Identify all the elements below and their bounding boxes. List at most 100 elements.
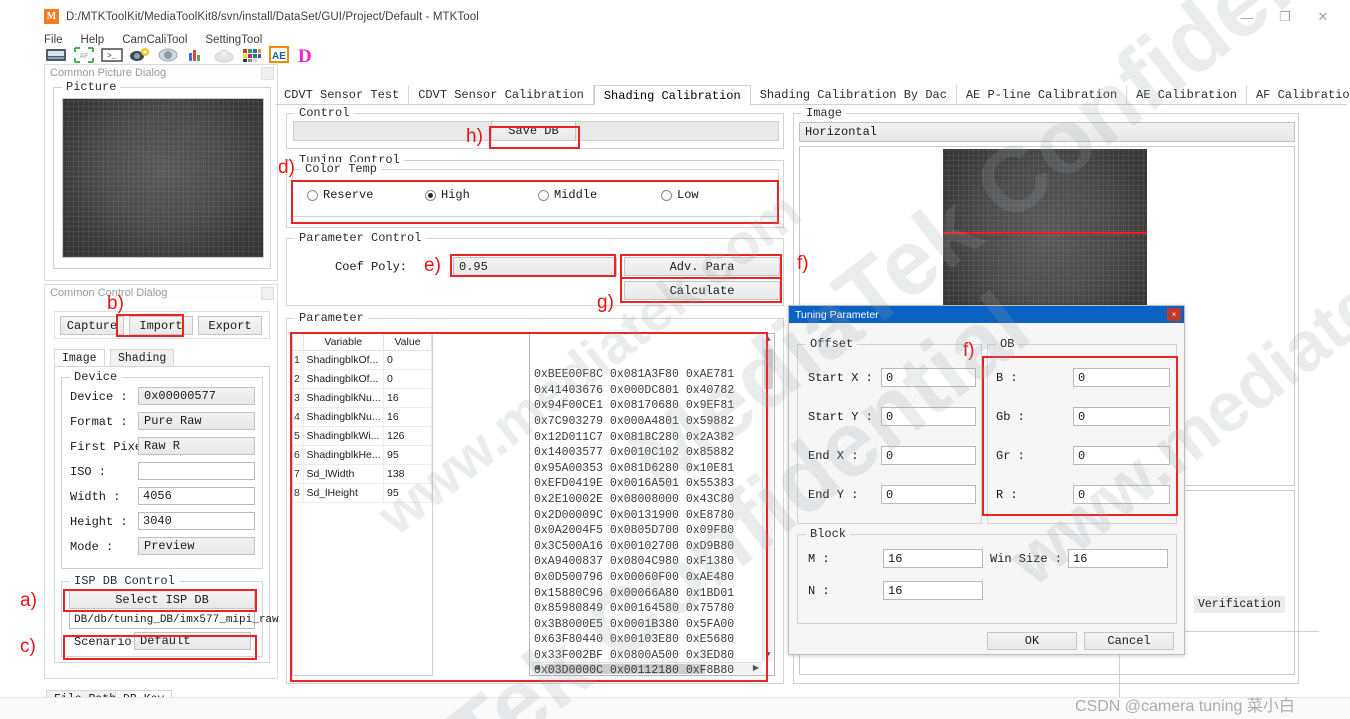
- tab-cdvt-sensor-calibration[interactable]: CDVT Sensor Calibration: [409, 85, 594, 104]
- window-buttons: — ❐ ✕: [1228, 4, 1342, 30]
- row-variable: ShadingblkNu...: [303, 388, 384, 408]
- minimize-icon[interactable]: —: [1228, 4, 1266, 30]
- dialog-close-icon[interactable]: ×: [1167, 308, 1181, 321]
- hex-data-list[interactable]: 0xBEE00F8C 0x081A3F80 0xAE781 0x41403676…: [529, 333, 775, 676]
- cancel-button[interactable]: Cancel: [1084, 632, 1174, 650]
- block-group-label: Block: [806, 527, 851, 541]
- table-row[interactable]: 7 Sd_lWidth 138: [293, 464, 432, 484]
- table-row[interactable]: 5 ShadingblkWi... 126: [293, 426, 432, 446]
- db-path-input[interactable]: DB/db/tuning_DB/imx577_mipi_raw: [69, 611, 279, 629]
- start-x-input[interactable]: 0: [881, 368, 976, 387]
- ae-icon[interactable]: AE: [268, 44, 292, 66]
- iso-input[interactable]: [138, 462, 255, 480]
- lens-icon[interactable]: [156, 44, 180, 66]
- annotation-label-h: h): [466, 126, 483, 147]
- common-picture-dialog: Common Picture Dialog Picture: [44, 64, 278, 281]
- save-db-button[interactable]: Save DB: [491, 121, 576, 141]
- tab-ae-calibration[interactable]: AE Calibration: [1127, 85, 1247, 104]
- orientation-combo[interactable]: Horizontal: [799, 122, 1295, 142]
- tab-shading[interactable]: Shading: [110, 349, 175, 367]
- ob-b-input[interactable]: 0: [1073, 368, 1170, 387]
- row-index: 5: [293, 426, 304, 446]
- picture-preview[interactable]: [62, 98, 264, 258]
- scroll-up-icon[interactable]: ▲: [763, 335, 774, 347]
- maximize-icon[interactable]: ❐: [1266, 4, 1304, 30]
- coef-poly-combo[interactable]: 0.95: [453, 257, 617, 276]
- width-input[interactable]: 4056: [138, 487, 255, 505]
- end-x-input[interactable]: 0: [881, 446, 976, 465]
- height-input[interactable]: 3040: [138, 512, 255, 530]
- row-variable: ShadingblkOf...: [303, 350, 384, 370]
- radio-reserve[interactable]: Reserve: [307, 188, 373, 202]
- import-button[interactable]: Import: [129, 316, 193, 335]
- tab-image[interactable]: Image: [54, 349, 105, 367]
- console-icon[interactable]: >_: [100, 44, 124, 66]
- table-row[interactable]: 2 ShadingblkOf... 0: [293, 369, 432, 389]
- format-combo[interactable]: Pure Raw: [138, 412, 255, 430]
- start-x-label: Start X :: [808, 371, 873, 385]
- radio-middle[interactable]: Middle: [538, 188, 597, 202]
- export-button[interactable]: Export: [198, 316, 262, 335]
- ob-gb-input[interactable]: 0: [1073, 407, 1170, 426]
- tab-shading-calibration-by-dac[interactable]: Shading Calibration By Dac: [751, 85, 957, 104]
- radio-high[interactable]: High: [425, 188, 470, 202]
- scenario-combo[interactable]: Default: [134, 632, 251, 650]
- control-dock-close-icon[interactable]: [261, 287, 274, 300]
- row-value: 138: [383, 464, 432, 484]
- tab-af-calibration[interactable]: AF Calibration: [1247, 85, 1350, 104]
- first-pixel-combo[interactable]: Raw R: [138, 437, 255, 455]
- radio-low[interactable]: Low: [661, 188, 699, 202]
- picture-dock-close-icon[interactable]: [261, 67, 274, 80]
- parameter-table-container[interactable]: Variable Value 1 ShadingblkOf... 0 2 Shadin…: [292, 333, 433, 676]
- table-row[interactable]: 3 ShadingblkNu... 16: [293, 388, 432, 408]
- table-row[interactable]: 1 ShadingblkOf... 0: [293, 350, 432, 370]
- end-y-input[interactable]: 0: [881, 485, 976, 504]
- coef-poly-label: Coef Poly:: [335, 260, 408, 274]
- main-tab-strip: CDVT Sensor Test CDVT Sensor Calibration…: [275, 85, 1350, 105]
- row-index: 1: [293, 350, 304, 370]
- tab-cdvt-sensor-test[interactable]: CDVT Sensor Test: [275, 85, 410, 104]
- block-m-label: M :: [808, 552, 830, 566]
- adv-para-button[interactable]: Adv. Para: [624, 257, 780, 276]
- ob-r-input[interactable]: 0: [1073, 485, 1170, 504]
- capture-button[interactable]: Capture: [60, 316, 124, 335]
- horizontal-marker-line: [943, 232, 1147, 234]
- device-combo[interactable]: 0x00000577: [138, 387, 255, 405]
- radio-low-label: Low: [677, 188, 699, 202]
- ob-group-label: OB: [996, 337, 1019, 351]
- capture-icon[interactable]: [44, 44, 68, 66]
- radio-high-label: High: [441, 188, 470, 202]
- start-y-input[interactable]: 0: [881, 407, 976, 426]
- mode-combo[interactable]: Preview: [138, 537, 255, 555]
- table-row[interactable]: 6 ShadingblkHe... 95: [293, 445, 432, 465]
- calculate-button[interactable]: Calculate: [624, 281, 780, 300]
- tab-ae-p-line-calibration[interactable]: AE P-line Calibration: [957, 85, 1128, 104]
- status-bar: [0, 697, 1350, 719]
- block-n-input[interactable]: 16: [883, 581, 983, 600]
- row-index: 6: [293, 445, 304, 465]
- camera-tool-icon[interactable]: [128, 44, 152, 66]
- ok-button[interactable]: OK: [987, 632, 1077, 650]
- tab-shading-calibration[interactable]: Shading Calibration: [593, 85, 751, 105]
- d-icon[interactable]: D: [296, 44, 320, 66]
- select-isp-db-button[interactable]: Select ISP DB: [69, 590, 255, 609]
- radio-high-dot: [425, 189, 436, 201]
- row-index: 4: [293, 407, 304, 427]
- af-icon[interactable]: AF: [72, 44, 96, 66]
- table-row[interactable]: 8 Sd_lHeight 95: [293, 483, 432, 503]
- dialog-title: Tuning Parameter: [795, 308, 879, 321]
- cloud-icon[interactable]: [212, 44, 236, 66]
- color-temp-group-label: Color Temp: [301, 162, 382, 176]
- table-row[interactable]: 4 ShadingblkNu... 16: [293, 407, 432, 427]
- row-variable: Sd_lHeight: [303, 483, 384, 503]
- close-icon[interactable]: ✕: [1304, 4, 1342, 30]
- chart-icon[interactable]: [184, 44, 208, 66]
- parameter-control-groupbox: Parameter Control Coef Poly: 0.95 Adv. P…: [286, 231, 784, 306]
- colorchart-icon[interactable]: [240, 44, 264, 66]
- block-m-input[interactable]: 16: [883, 549, 983, 568]
- ob-gr-input[interactable]: 0: [1073, 446, 1170, 465]
- win-size-input[interactable]: 16: [1068, 549, 1168, 568]
- ob-gr-label: Gr :: [996, 449, 1025, 463]
- capture-buttons-group: Capture Import Export: [54, 311, 270, 339]
- verification-button[interactable]: Verification: [1194, 596, 1285, 613]
